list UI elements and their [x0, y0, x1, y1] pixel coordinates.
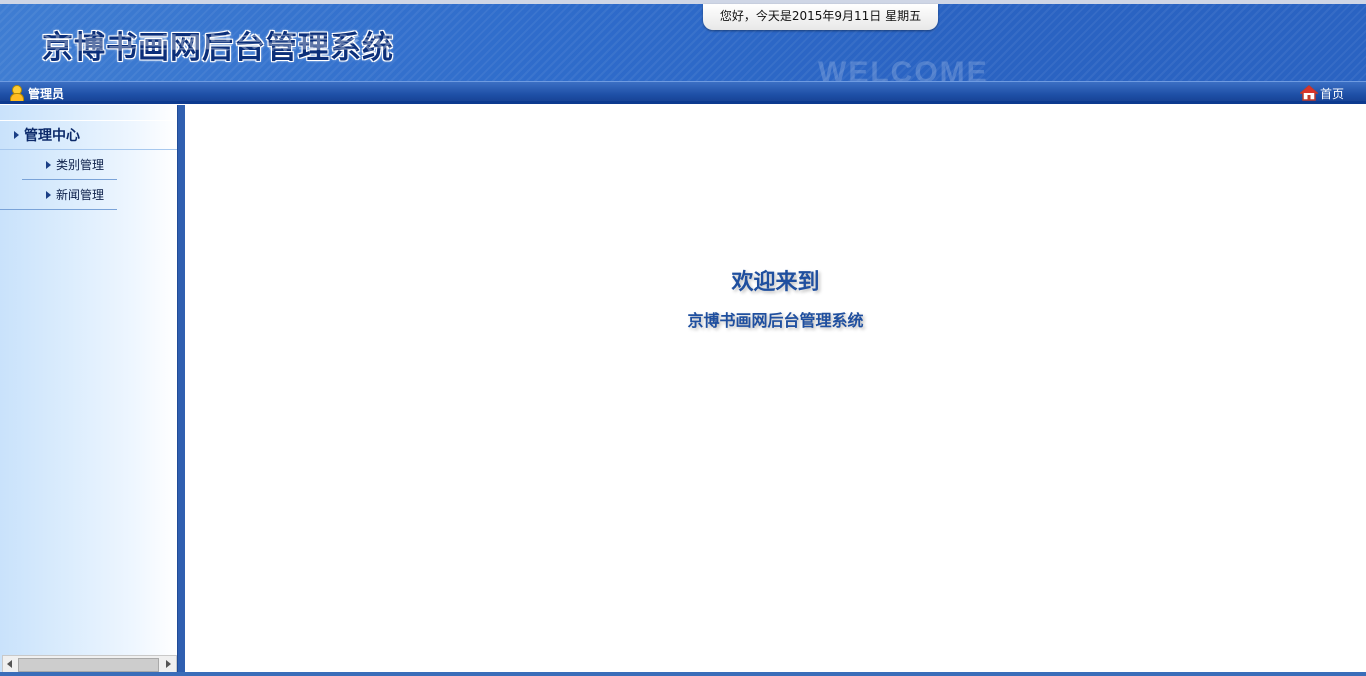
menu-item-category-management[interactable]: 类别管理: [22, 150, 117, 180]
home-icon: [1299, 85, 1318, 101]
scroll-left-button[interactable]: [3, 656, 17, 672]
caret-right-icon: [46, 190, 51, 199]
sidebar-horizontal-scrollbar[interactable]: [2, 655, 177, 673]
user-label: 管理员: [28, 86, 65, 101]
menu-item-label: 新闻管理: [56, 188, 105, 202]
home-link[interactable]: 首页: [1299, 84, 1344, 102]
menu-item-news-management[interactable]: 新闻管理: [0, 180, 117, 210]
bottom-bar: [0, 672, 1366, 676]
menu-item-label: 类别管理: [56, 158, 105, 172]
welcome-system-name: 京博书画网后台管理系统: [687, 311, 864, 330]
scroll-right-button[interactable]: [162, 656, 176, 672]
welcome-watermark: WELCOME: [818, 56, 989, 81]
main-content: 欢迎来到 京博书画网后台管理系统: [185, 105, 1366, 672]
site-title-reflection: 京博书画网后台管理系统: [42, 31, 394, 52]
sidebar-splitter[interactable]: [177, 105, 185, 676]
toolbar: 管理员 首页: [0, 81, 1366, 104]
current-user: 管理员: [9, 84, 65, 104]
scroll-left-icon: [7, 660, 12, 668]
welcome-heading: 欢迎来到: [731, 270, 820, 295]
caret-right-icon: [46, 160, 51, 169]
scrollbar-thumb[interactable]: [18, 658, 159, 672]
home-label: 首页: [1319, 86, 1344, 101]
date-greeting: 您好，今天是2015年9月11日 星期五: [703, 4, 938, 30]
menu-group-admin-center[interactable]: 管理中心: [0, 120, 177, 150]
header-banner: 京博书画网后台管理系统 京博书画网后台管理系统 WELCOME: [0, 4, 1366, 81]
sidebar: 管理中心 类别管理 新闻管理: [0, 105, 177, 676]
user-icon: [9, 84, 24, 104]
scroll-right-icon: [166, 660, 171, 668]
menu-group-label: 管理中心: [24, 128, 80, 144]
caret-right-icon: [14, 131, 19, 139]
